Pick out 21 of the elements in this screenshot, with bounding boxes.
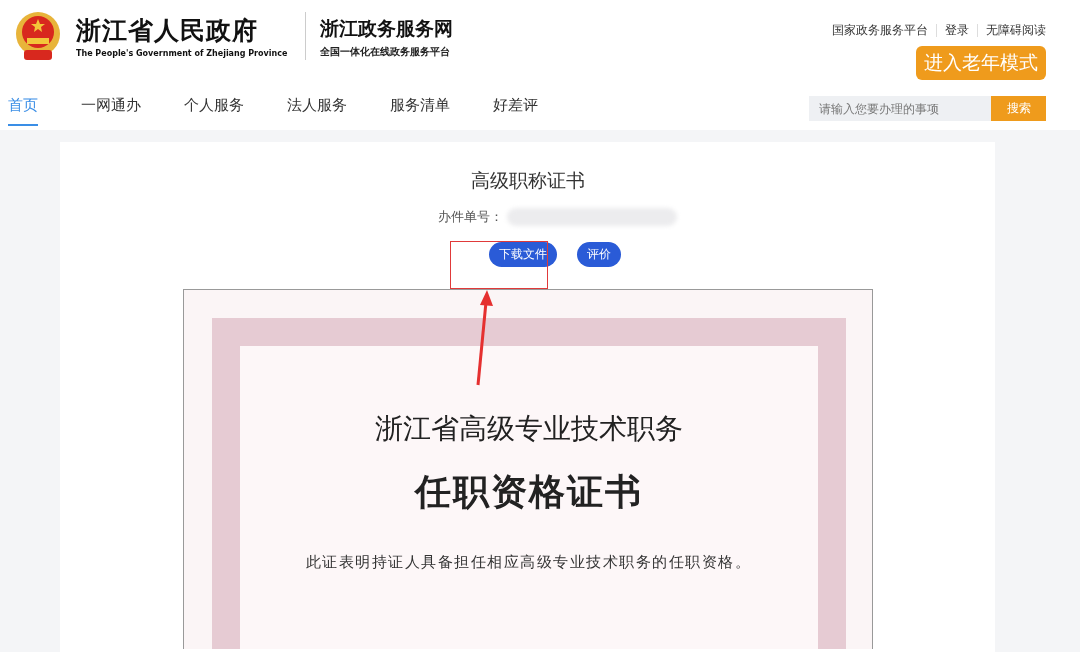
- site-title: 浙江省人民政府: [76, 15, 259, 47]
- case-number-label: 办件单号：: [438, 208, 503, 226]
- nav-tab[interactable]: 首页: [8, 92, 38, 126]
- nav-tab[interactable]: 服务清单: [390, 92, 450, 126]
- portal-subtitle: 全国一体化在线政务服务平台: [320, 45, 452, 59]
- download-button[interactable]: 下载文件: [489, 242, 557, 267]
- top-link[interactable]: 无障碍阅读: [977, 24, 1046, 37]
- nav-tab[interactable]: 个人服务: [184, 92, 244, 126]
- top-link[interactable]: 登录: [936, 24, 977, 37]
- top-link[interactable]: 国家政务服务平台: [824, 24, 936, 37]
- nav-tab[interactable]: 好差评: [493, 92, 538, 126]
- portal-title: 浙江政务服务网: [320, 16, 454, 41]
- rate-button[interactable]: 评价: [577, 242, 621, 267]
- site-subtitle: The People's Government of Zhejiang Province: [76, 49, 288, 58]
- nav-tab[interactable]: 一网通办: [81, 92, 141, 126]
- document-title: 高级职称证书: [470, 168, 585, 193]
- search-field[interactable]: 请输入您要办理的事项: [809, 96, 991, 121]
- certificate-title: 任职资格证书: [414, 469, 643, 514]
- certificate-heading: 浙江省高级专业技术职务: [374, 411, 683, 447]
- certificate-statement: 此证表明持证人具备担任相应高级专业技术职务的任职资格。: [305, 553, 752, 572]
- nav-tab[interactable]: 法人服务: [287, 92, 347, 126]
